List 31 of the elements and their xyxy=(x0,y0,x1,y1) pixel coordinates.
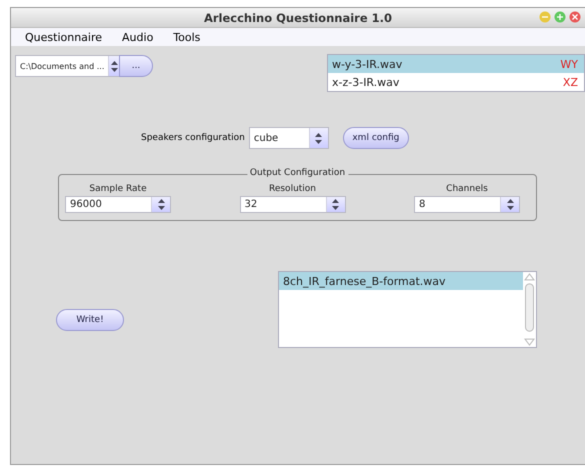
path-combo-box[interactable]: C:\Documents and ... xyxy=(15,55,121,77)
channel-tag: WY xyxy=(560,58,578,70)
menu-item[interactable]: Tools xyxy=(165,30,208,44)
window-title: Arlecchino Questionnaire 1.0 xyxy=(204,10,392,24)
spinner-arrows-icon xyxy=(110,60,120,72)
combo-box[interactable]: 96000 xyxy=(65,196,171,213)
speakers-combo-box[interactable]: cube xyxy=(248,127,329,149)
spinner-arrows-icon xyxy=(314,132,324,144)
close-button[interactable] xyxy=(569,11,581,23)
combo-box[interactable]: 8 xyxy=(414,196,520,213)
maximize-button[interactable] xyxy=(554,11,566,23)
browse-button[interactable]: ... xyxy=(119,55,153,77)
combo-box[interactable]: 32 xyxy=(240,196,346,213)
field-label: Resolution xyxy=(268,184,316,194)
field-label: Sample Rate xyxy=(89,184,147,194)
write-button[interactable]: Write! xyxy=(56,309,124,331)
spinner-arrows-icon xyxy=(156,199,166,210)
spinner-arrows-icon xyxy=(331,199,340,210)
minimize-button[interactable] xyxy=(539,11,551,23)
list-item[interactable]: w-y-3-IR.wav WY xyxy=(328,55,584,73)
xml-config-button[interactable]: xml config xyxy=(342,127,409,149)
field-label: Channels xyxy=(446,184,488,194)
menu-item[interactable]: Questionnaire xyxy=(17,30,110,44)
menu-item[interactable]: Audio xyxy=(114,30,162,44)
group-title: Output Configuration xyxy=(246,168,348,178)
spinner-arrows-icon xyxy=(506,199,514,210)
list-item[interactable]: x-z-3-IR.wav XZ xyxy=(328,73,584,91)
scrollbar[interactable] xyxy=(523,272,536,347)
channel-tag: XZ xyxy=(562,76,578,88)
list-item[interactable]: 8ch_IR_farnese_B-format.wav xyxy=(279,272,523,290)
field-label: Speakers configuration xyxy=(141,133,245,143)
